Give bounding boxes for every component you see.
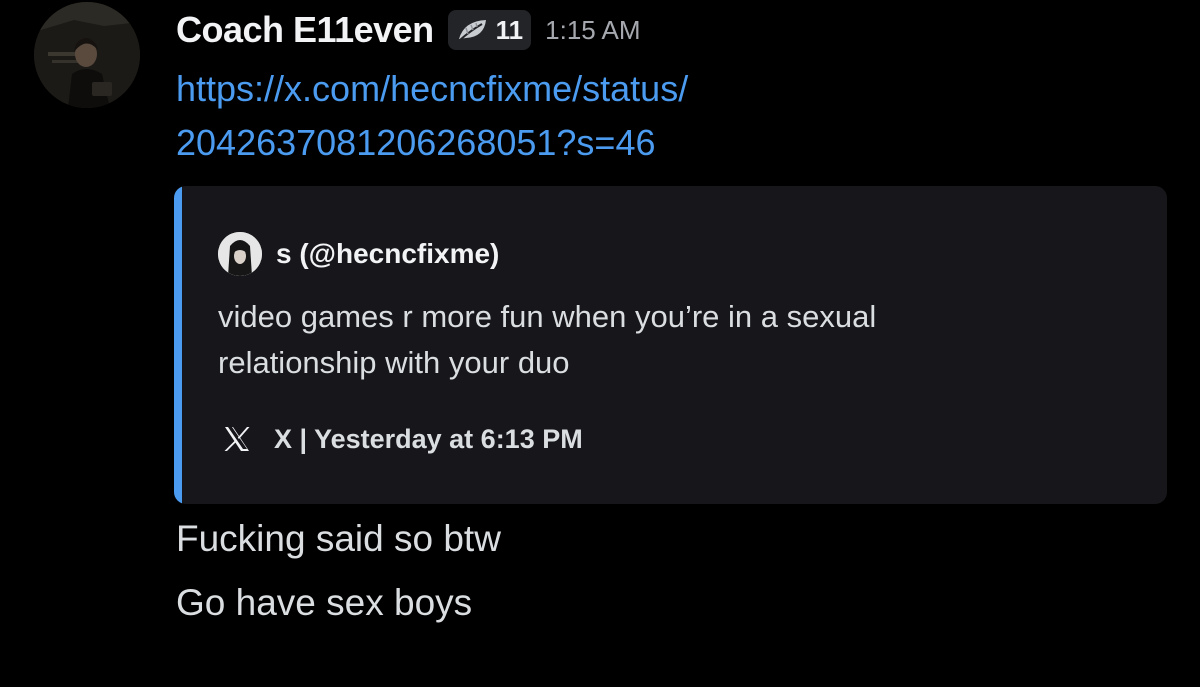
embed-description: video games r more fun when you’re in a …	[218, 294, 1138, 386]
username[interactable]: Coach E11even	[176, 9, 434, 51]
server-tag-text: 11	[495, 14, 524, 45]
embed-text-line: video games r more fun when you’re in a …	[218, 299, 877, 334]
embed-author-name: s (@hecncfixme)	[276, 238, 500, 269]
server-tag[interactable]: 11	[447, 10, 532, 50]
x-logo-icon	[218, 420, 256, 458]
embed-author[interactable]: s (@hecncfixme)	[218, 232, 499, 276]
user-avatar[interactable]	[34, 2, 140, 108]
message-header: Coach E11even 11 1:15 AM	[176, 4, 641, 56]
avatar-image	[34, 2, 140, 108]
embed-text-line: relationship with your duo	[218, 345, 570, 380]
message-text: Go have sex boys	[176, 582, 473, 623]
message-text: Fucking said so btw	[176, 518, 501, 559]
author-avatar	[218, 232, 262, 276]
embed-accent-bar	[174, 186, 182, 504]
leaf-icon	[456, 17, 490, 43]
link-line: https://x.com/hecncfixme/status/	[176, 68, 689, 109]
link-embed[interactable]: s (@hecncfixme) video games r more fun w…	[174, 186, 1167, 504]
message-timestamp: 1:15 AM	[545, 14, 641, 45]
embed-footer-text: X | Yesterday at 6:13 PM	[274, 423, 583, 454]
message-link[interactable]: https://x.com/hecncfixme/status/ 2042637…	[176, 62, 1076, 170]
link-line: 2042637081206268051?s=46	[176, 122, 656, 163]
embed-footer: X | Yesterday at 6:13 PM	[218, 420, 583, 458]
